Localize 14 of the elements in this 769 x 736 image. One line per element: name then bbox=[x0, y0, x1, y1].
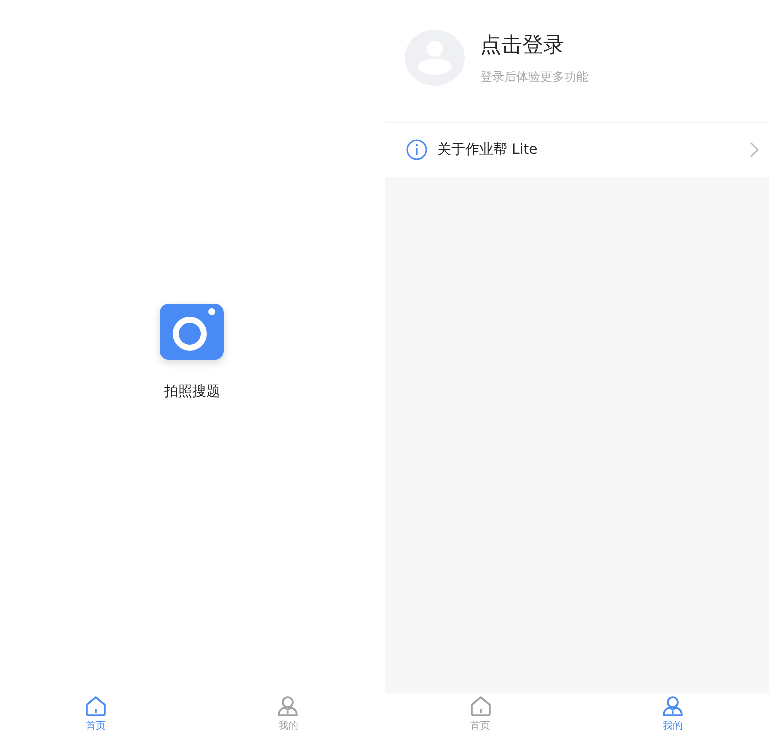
chevron-icon bbox=[750, 142, 759, 158]
camera-button[interactable]: 拍照搜题 bbox=[158, 302, 226, 400]
login-subtitle: 登录后体验更多功能 bbox=[480, 68, 588, 86]
info-icon bbox=[406, 139, 428, 161]
tab[interactable]: 首页 bbox=[384, 693, 577, 736]
camera-icon bbox=[158, 302, 226, 362]
login-title[interactable]: 点击登录 bbox=[480, 30, 588, 58]
tab[interactable]: 首页 bbox=[0, 693, 192, 736]
tab[interactable]: 我的 bbox=[576, 693, 769, 736]
person-icon bbox=[662, 696, 684, 717]
tab[interactable]: 我的 bbox=[192, 693, 384, 736]
person-icon bbox=[277, 696, 300, 717]
home-icon bbox=[85, 696, 108, 717]
home-icon bbox=[470, 696, 492, 717]
